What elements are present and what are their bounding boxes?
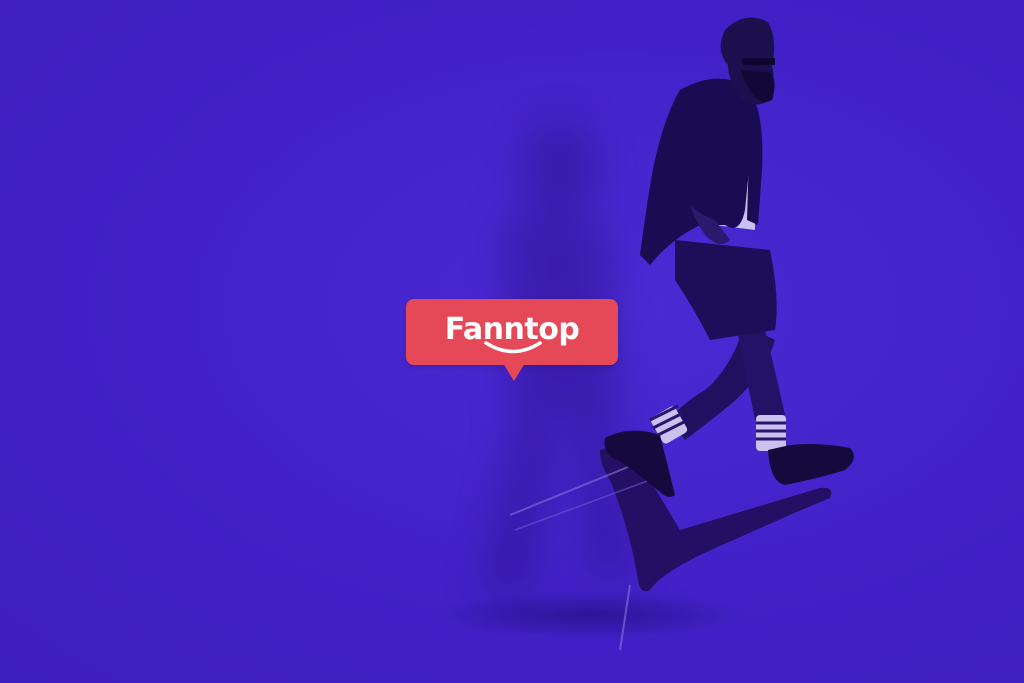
striped-sock-right	[756, 415, 786, 451]
boot-right	[768, 444, 854, 485]
hero-scene: Fanntop	[0, 0, 1024, 683]
logo-smile-icon	[484, 341, 542, 354]
